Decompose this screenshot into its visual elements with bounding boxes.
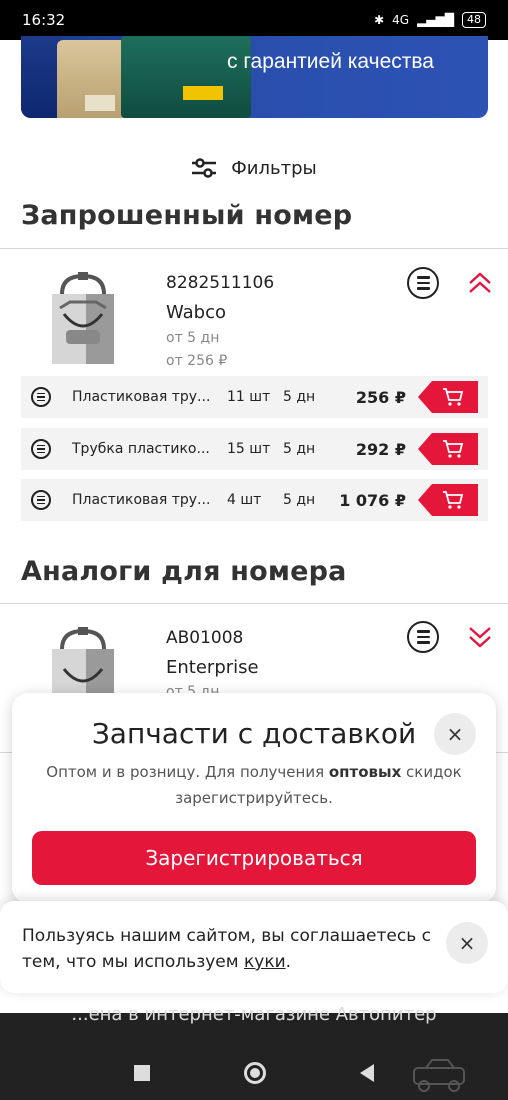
add-to-cart-button[interactable] [418,433,478,465]
battery-icon: 48 [462,12,486,28]
register-button[interactable]: Зарегистрироваться [32,831,476,885]
close-icon: × [446,722,464,746]
oil-can-image [57,40,127,118]
filters-label: Фильтры [231,157,317,179]
product-number: 8282511106 [166,273,275,293]
close-icon: × [458,931,476,955]
chevron-down-icon[interactable] [467,624,493,650]
network-label: 4G [392,13,410,27]
offer-row[interactable]: Пластиковая тру... 4 шт 5 дн 1 076 ₽ [21,479,488,521]
offer-menu-icon[interactable] [31,387,51,407]
promo-banner[interactable]: с гарантией качества [21,36,488,118]
product-delivery: от 5 дн [166,330,220,346]
status-icons: ✱ 4G ▂▄▆█ 48 [374,12,486,28]
bluetooth-icon: ✱ [374,13,385,27]
offer-menu-icon[interactable] [31,490,51,510]
offer-row[interactable]: Трубка пластико... 15 шт 5 дн 292 ₽ [21,428,488,470]
cookie-notice: Пользуясь нашим сайтом, вы соглашаетесь … [0,901,508,993]
offer-menu-icon[interactable] [31,439,51,459]
status-bar: 16:32 ✱ 4G ▂▄▆█ 48 [0,0,508,40]
offer-price: 292 ₽ [355,439,406,459]
offer-price: 1 076 ₽ [339,490,406,510]
status-time: 16:32 [22,11,66,29]
cart-icon [443,491,464,509]
analogs-title: Аналоги для номера [21,556,347,587]
mascot-car-icon [413,1059,465,1092]
filters-icon [192,158,217,178]
offer-qty: 4 шт [227,492,262,508]
offer-days: 5 дн [283,441,316,457]
offer-name: Пластиковая тру... [72,492,211,508]
offer-days: 5 дн [283,492,316,508]
offer-qty: 11 шт [227,389,271,405]
cookie-text: Пользуясь нашим сайтом, вы соглашаетесь … [22,926,431,972]
recents-icon[interactable] [134,1065,150,1081]
product-brand: Enterprise [166,657,259,678]
requested-title: Запрошенный номер [21,200,353,231]
offer-days: 5 дн [283,389,316,405]
product-brand: Wabco [166,302,227,323]
menu-icon[interactable] [407,621,439,653]
oil-can-image [21,36,61,118]
popup-close-button[interactable]: × [434,713,476,755]
cart-icon [443,440,464,458]
add-to-cart-button[interactable] [418,381,478,413]
back-icon[interactable] [360,1064,374,1082]
offer-price: 256 ₽ [355,387,406,407]
cookie-link[interactable]: куки [244,952,286,972]
popup-text: Оптом и в розницу. Для получения оптовых… [46,763,462,807]
offer-name: Трубка пластико... [72,441,210,457]
product-price-from: от 256 ₽ [166,353,228,369]
popup-title: Запчасти с доставкой [91,717,417,750]
banner-text: с гарантией качества [227,50,434,73]
add-to-cart-button[interactable] [418,484,478,516]
cart-icon [443,388,464,406]
cookie-close-button[interactable]: × [446,922,488,964]
divider [0,603,508,604]
home-icon[interactable] [244,1062,266,1084]
offer-row[interactable]: Пластиковая тру... 11 шт 5 дн 256 ₽ [21,376,488,418]
oil-can-image [121,36,251,118]
registration-popup: Запчасти с доставкой Оптом и в розницу. … [12,693,496,903]
product-placeholder-icon [52,272,114,364]
signal-icon: ▂▄▆█ [417,13,454,27]
menu-icon[interactable] [407,267,439,299]
offer-qty: 15 шт [227,441,271,457]
offer-name: Пластиковая тру... [72,389,211,405]
chevron-up-icon[interactable] [467,270,493,296]
divider [0,248,508,249]
product-number: AB01008 [166,628,244,648]
bottom-promo-text: ...ена в интернет-магазине Автопитер [71,1004,437,1025]
filters-button[interactable]: Фильтры [0,150,508,186]
